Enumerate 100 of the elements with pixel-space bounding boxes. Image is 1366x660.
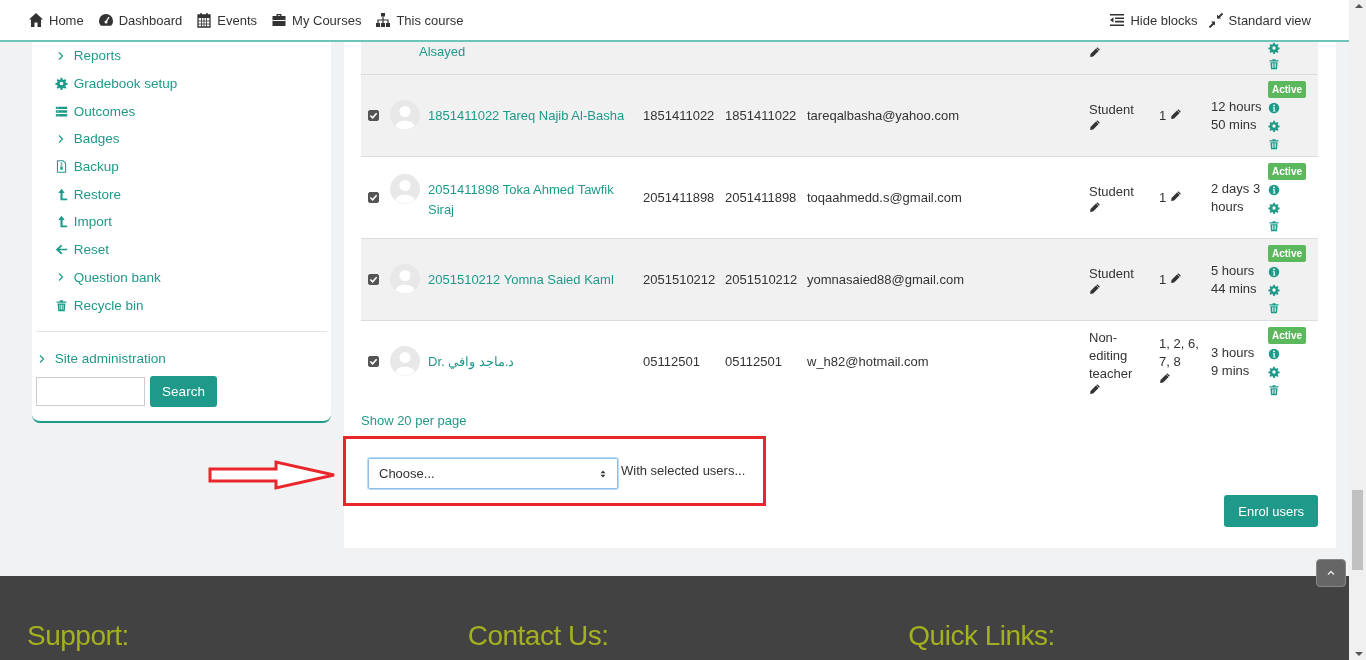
pencil-icon xyxy=(1169,189,1182,202)
gear-icon xyxy=(1268,284,1280,296)
user-name-link[interactable]: 2051411898 Toka Ahmed Tawfik Siraj xyxy=(428,175,639,220)
nav-link[interactable]: Standard view xyxy=(1207,12,1311,28)
chevron-icon xyxy=(56,272,66,283)
trash-icon xyxy=(1268,302,1280,314)
sidebar-item[interactable]: Reports xyxy=(32,42,331,70)
file-icon xyxy=(54,160,68,174)
role-text: Student xyxy=(1089,264,1134,283)
checkbox[interactable] xyxy=(368,273,379,285)
group-text: 1 xyxy=(1159,188,1167,207)
table-cell: 2051411898 xyxy=(725,189,797,205)
nav-link[interactable]: Hide blocks xyxy=(1109,12,1198,28)
user-name-link[interactable]: 2051510212 Yomna Saied Kaml xyxy=(428,265,614,290)
trash-icon xyxy=(54,298,68,312)
last-access-text: 2 days 3 hours xyxy=(1211,180,1261,214)
scroll-top-button[interactable] xyxy=(1316,559,1346,587)
nav-link[interactable]: Dashboard xyxy=(97,12,183,28)
nav-link[interactable]: Events xyxy=(196,12,258,28)
trash-icon xyxy=(1268,384,1280,396)
gauge-icon xyxy=(97,12,114,28)
last-access-text: 3 hours 9 mins xyxy=(1211,344,1255,378)
role-text: Student xyxy=(1089,100,1134,119)
table-cell: 1851411022 xyxy=(725,107,797,123)
sidebar-item[interactable]: Badges xyxy=(32,125,331,153)
left-arrow-icon xyxy=(54,243,68,257)
table-cell: 1851411022 xyxy=(643,107,715,123)
status-badge: Active xyxy=(1268,327,1306,344)
user-name-link[interactable]: Alsayed xyxy=(390,43,466,61)
sidebar-item[interactable]: Import xyxy=(32,208,331,236)
gear-icon xyxy=(54,77,68,91)
trash-icon xyxy=(1268,220,1280,232)
chevron-icon xyxy=(56,50,66,61)
info-icon xyxy=(1268,348,1280,360)
enrol-users-button[interactable]: Enrol users xyxy=(1224,495,1318,527)
group-text: 1 xyxy=(1159,106,1167,125)
sidebar-item[interactable]: Site administration xyxy=(32,345,331,372)
list-icon xyxy=(54,104,68,118)
checkbox[interactable] xyxy=(368,109,379,121)
sitemap-icon xyxy=(375,12,392,28)
search-button[interactable]: Search xyxy=(150,375,217,407)
pencil-icon xyxy=(1089,118,1101,131)
trash-icon xyxy=(1268,58,1280,70)
chevron-icon xyxy=(37,353,47,364)
role-text: Non-editing teacher xyxy=(1089,328,1134,383)
pencil-icon xyxy=(1169,107,1182,120)
compress-icon xyxy=(1207,12,1224,28)
calendar-icon xyxy=(196,12,213,28)
info-icon xyxy=(1268,102,1280,114)
home-icon xyxy=(28,12,44,28)
search-field[interactable] xyxy=(36,376,145,406)
role-text: Student xyxy=(1089,182,1134,201)
table-cell: 2051411898 xyxy=(643,189,715,205)
bulk-action-select[interactable]: Choose... xyxy=(368,458,618,489)
status-badge: Active xyxy=(1268,163,1306,180)
status-badge: Active xyxy=(1268,245,1306,262)
briefcase-icon xyxy=(271,12,288,28)
checkbox[interactable] xyxy=(368,191,379,203)
checkbox[interactable] xyxy=(368,355,379,367)
pencil-icon xyxy=(1169,271,1182,284)
table-cell: toqaahmedd.s@gmail.com xyxy=(807,189,962,205)
sidebar-item[interactable]: Backup xyxy=(32,152,331,181)
footer-heading: Support: xyxy=(27,620,130,653)
gear-icon xyxy=(1268,120,1280,132)
sidebar-item[interactable]: Outcomes xyxy=(32,97,331,126)
nav-link[interactable]: My Courses xyxy=(271,12,362,28)
pencil-icon xyxy=(1089,382,1101,395)
info-icon xyxy=(1268,266,1280,278)
footer-heading: Contact Us: xyxy=(467,620,610,653)
last-access-text: 12 hours 50 mins xyxy=(1211,98,1262,132)
gear-icon xyxy=(1268,366,1280,378)
sort-caret-icon xyxy=(599,469,607,478)
table-cell: tareqalbasha@yahoo.com xyxy=(807,107,959,123)
user-name-link[interactable]: 1851411022 Tareq Najib Al-Basha xyxy=(428,101,625,126)
sidebar-item[interactable]: Gradebook setup xyxy=(32,69,331,98)
gear-icon xyxy=(1268,202,1280,214)
pencil-icon xyxy=(1089,200,1101,213)
sidebar-item[interactable]: Reset xyxy=(32,235,331,264)
select-label: With selected users... xyxy=(621,463,746,478)
status-badge: Active xyxy=(1268,81,1306,98)
table-cell: 2051510212 xyxy=(643,271,716,287)
nav-link[interactable]: This course xyxy=(375,12,464,28)
sidebar-item[interactable]: Restore xyxy=(32,180,331,209)
trash-icon xyxy=(1268,138,1280,150)
user-name-link[interactable]: Dr. د.ماجد وافي xyxy=(428,347,515,372)
group-text: 1 xyxy=(1159,270,1167,289)
group-text: 1, 2, 6, 7, 8 xyxy=(1159,334,1200,371)
indent-icon xyxy=(1109,12,1126,28)
info-icon xyxy=(1268,184,1280,196)
nav-link[interactable]: Home xyxy=(28,12,84,28)
pencil-icon xyxy=(1089,282,1101,295)
chevron-icon xyxy=(56,133,66,144)
table-cell: yomnasaied88@gmail.com xyxy=(807,271,964,287)
footer-heading: Quick Links: xyxy=(908,620,1056,653)
sidebar-item[interactable]: Question bank xyxy=(32,263,331,292)
table-cell: w_h82@hotmail.com xyxy=(807,353,929,369)
caret-icon xyxy=(1326,568,1336,578)
per-page-link[interactable]: Show 20 per page xyxy=(361,413,467,428)
table-cell: 05112501 xyxy=(725,353,782,369)
sidebar-item[interactable]: Recycle bin xyxy=(32,291,331,319)
